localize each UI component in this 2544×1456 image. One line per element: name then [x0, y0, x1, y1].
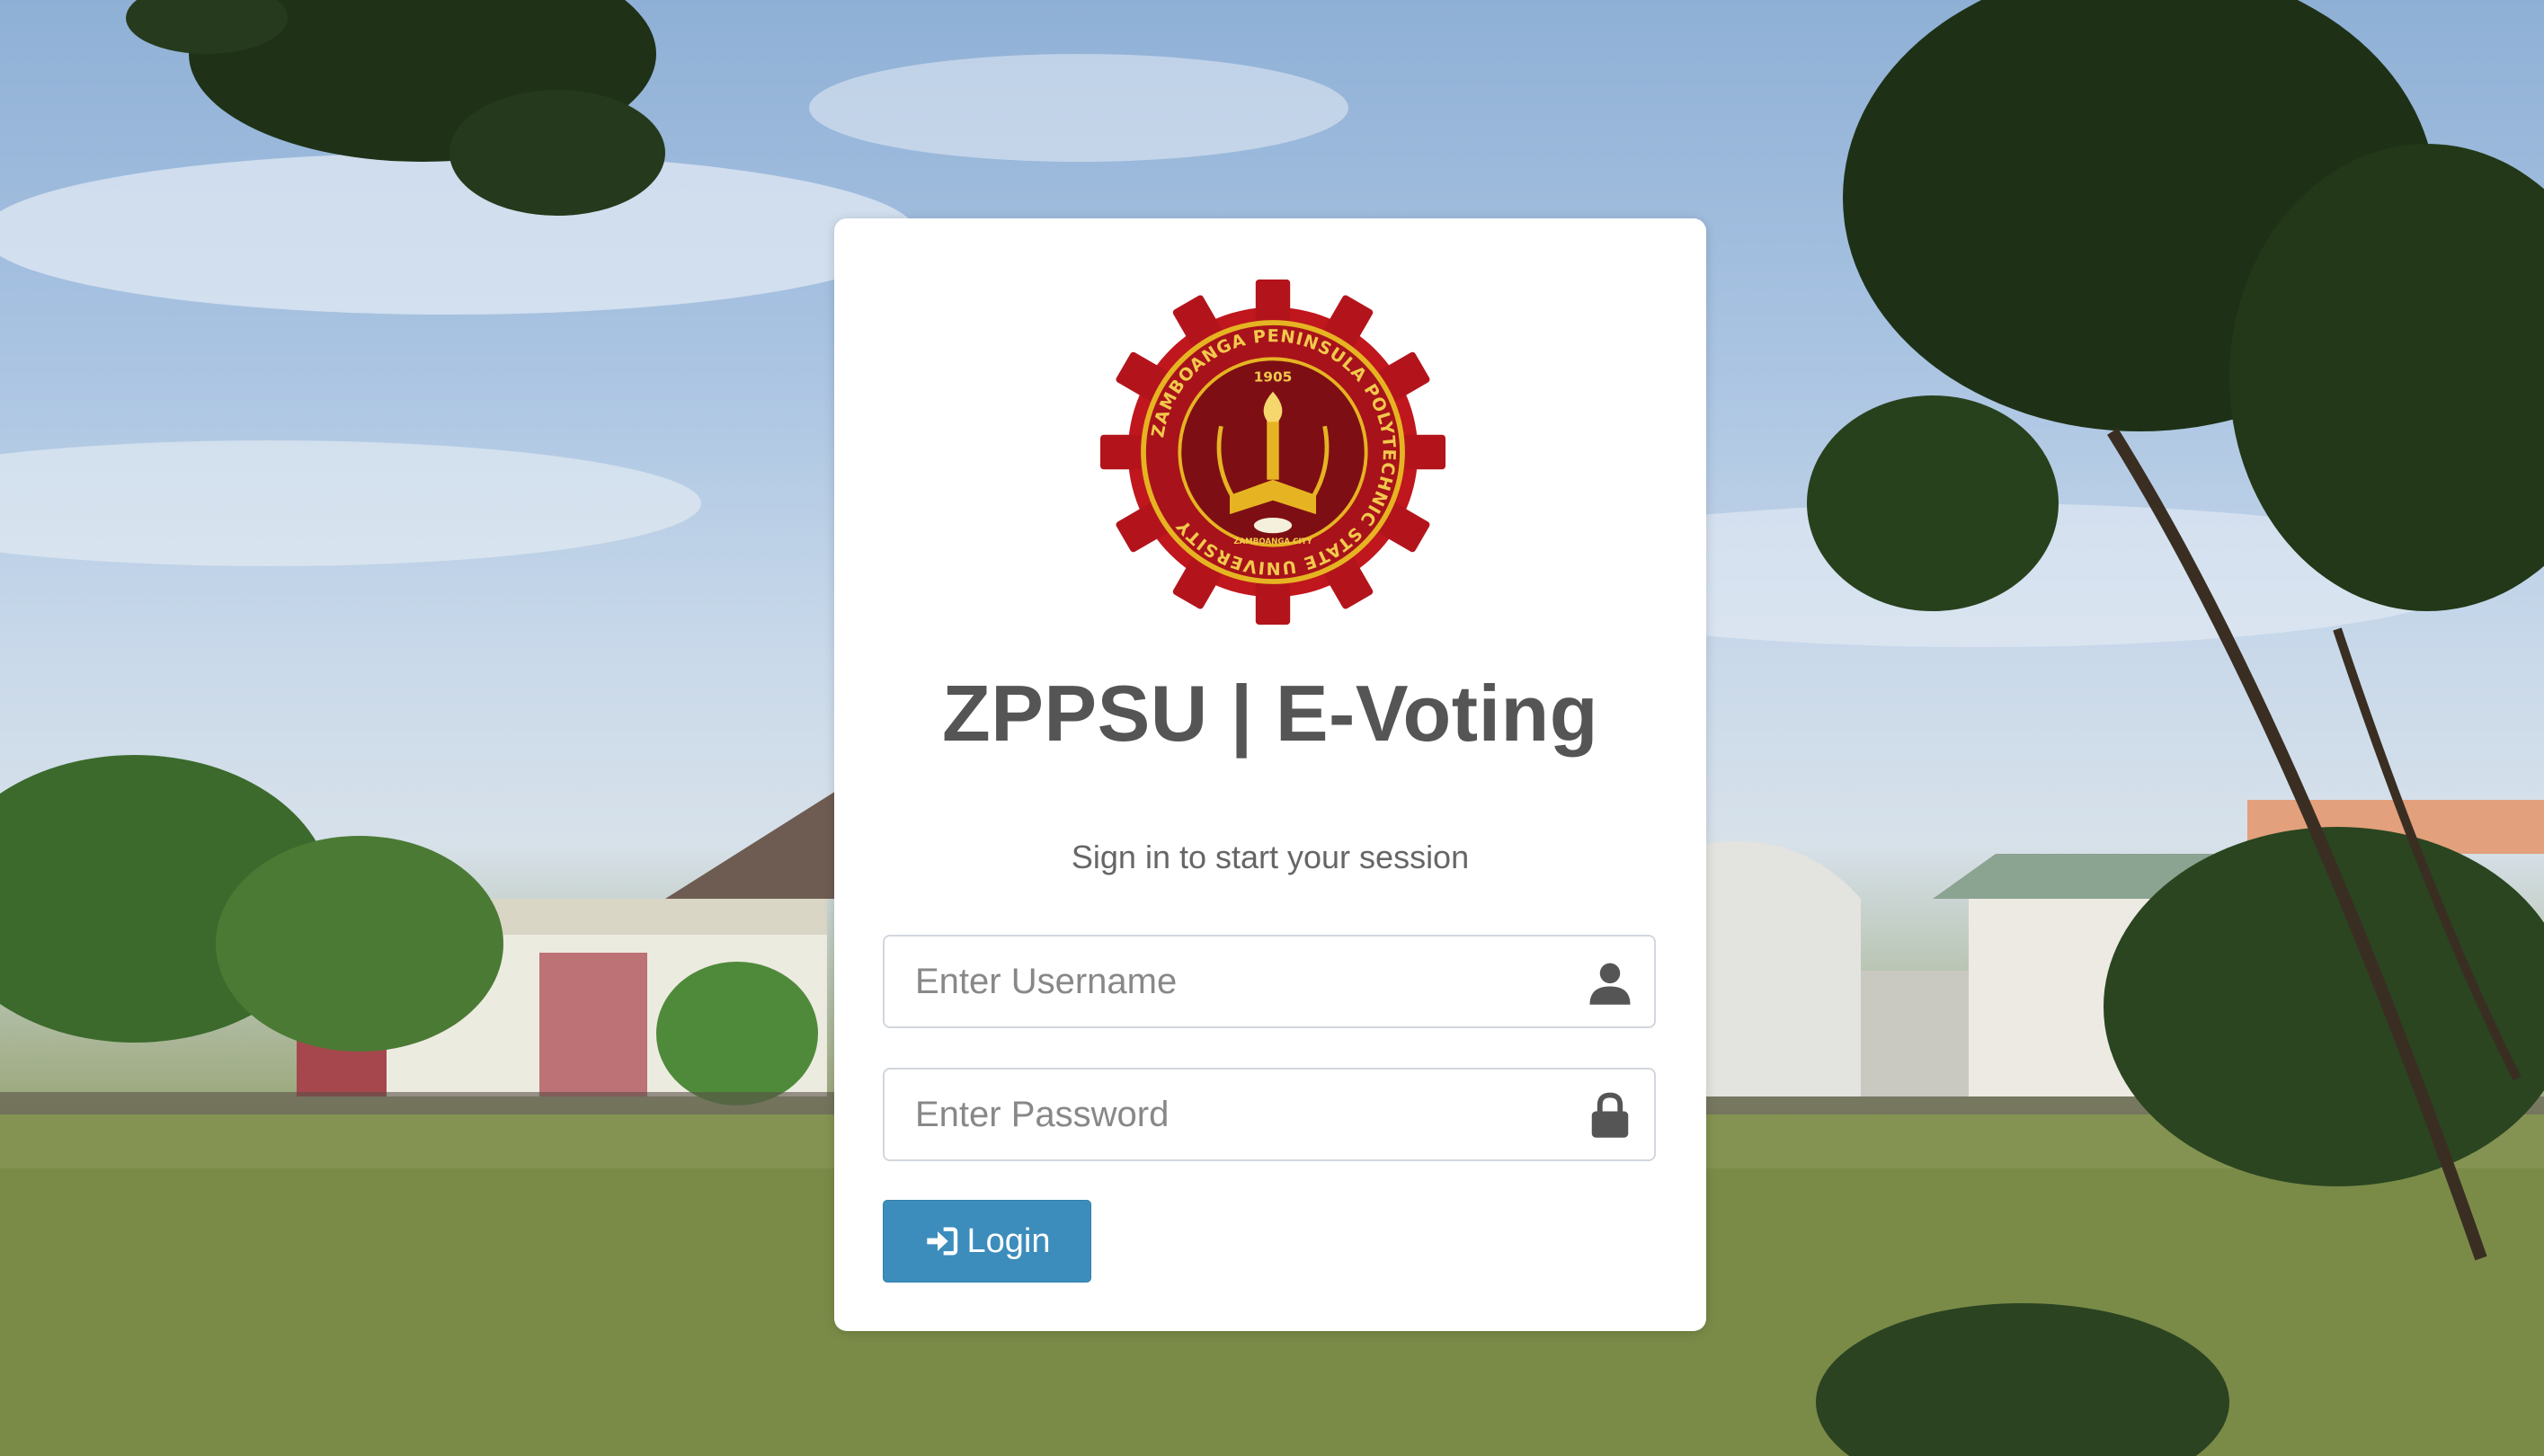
password-field-group — [883, 1068, 1656, 1161]
page-title: ZPPSU | E-Voting — [941, 669, 1599, 758]
username-input[interactable] — [885, 937, 1654, 1026]
sign-in-icon — [926, 1227, 957, 1256]
seal-year: 1905 — [1254, 368, 1293, 385]
login-box-message: Sign in to start your session — [1071, 839, 1470, 875]
seal-city: ZAMBOANGA CITY — [1233, 537, 1312, 546]
login-button-label: Login — [966, 1221, 1051, 1260]
login-box: ZAMBOANGA PENINSULA POLYTECHNIC STATE UN… — [834, 218, 1706, 1331]
lock-icon — [1591, 1092, 1629, 1138]
zppsu-seal-logo: ZAMBOANGA PENINSULA POLYTECHNIC STATE UN… — [1100, 280, 1445, 625]
username-field-group — [883, 935, 1656, 1028]
login-button[interactable]: Login — [883, 1200, 1091, 1283]
user-icon — [1589, 963, 1631, 1005]
password-input[interactable] — [885, 1070, 1654, 1159]
